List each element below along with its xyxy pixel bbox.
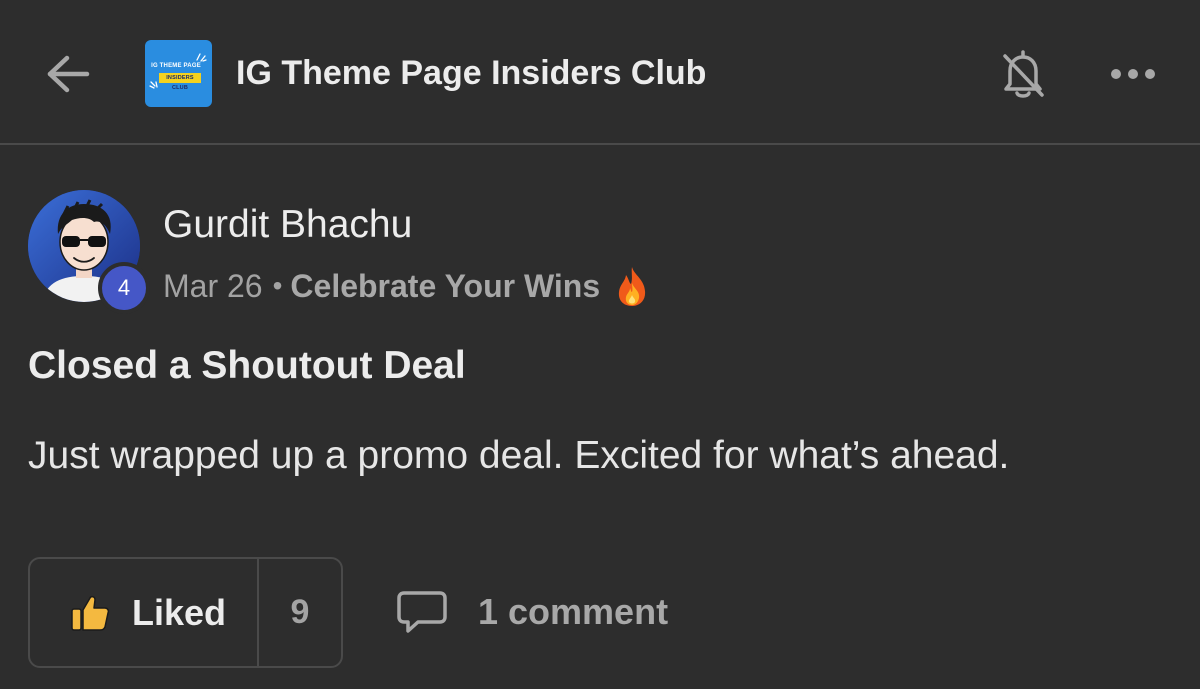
group-title[interactable]: IG Theme Page Insiders Club	[236, 52, 706, 94]
post-body: Just wrapped up a promo deal. Excited fo…	[28, 434, 1010, 477]
like-button[interactable]: Liked	[30, 559, 257, 666]
like-label: Liked	[132, 591, 227, 633]
logo-text-bottom: INSIDERS CLUB	[159, 73, 201, 91]
post-title: Closed a Shoutout Deal	[28, 344, 466, 387]
meta-separator: •	[272, 270, 283, 301]
comment-button[interactable]: 1 comment	[396, 582, 668, 642]
fire-icon	[619, 267, 646, 306]
author-name[interactable]: Gurdit Bhachu	[163, 202, 412, 248]
arrow-left-icon	[47, 55, 90, 93]
back-button[interactable]	[44, 50, 92, 98]
notifications-toggle-button[interactable]	[998, 48, 1048, 100]
post-date: Mar 26	[163, 267, 263, 304]
author-level-badge: 4	[98, 262, 150, 314]
post-category-link[interactable]: Celebrate Your Wins	[290, 268, 600, 305]
post-detail-screen: IG THEME PAGE INSIDERS CLUB IG Theme Pag…	[0, 0, 1200, 689]
bell-off-icon	[1003, 50, 1044, 98]
thumbs-up-icon	[71, 595, 110, 631]
like-count[interactable]: 9	[259, 559, 341, 666]
like-control: Liked 9	[28, 557, 343, 668]
sparkle-icon	[196, 53, 207, 62]
more-options-button[interactable]	[1108, 54, 1158, 94]
comment-icon	[397, 591, 447, 633]
comment-count-label: 1 comment	[478, 591, 669, 632]
top-bar: IG THEME PAGE INSIDERS CLUB IG Theme Pag…	[0, 0, 1200, 145]
group-logo[interactable]: IG THEME PAGE INSIDERS CLUB	[145, 40, 212, 107]
more-horizontal-icon	[1111, 69, 1155, 79]
post-meta: Mar 26 • Celebrate Your Wins	[163, 264, 650, 308]
sparkle-icon	[149, 81, 158, 89]
logo-text-top: IG THEME PAGE	[151, 63, 201, 69]
